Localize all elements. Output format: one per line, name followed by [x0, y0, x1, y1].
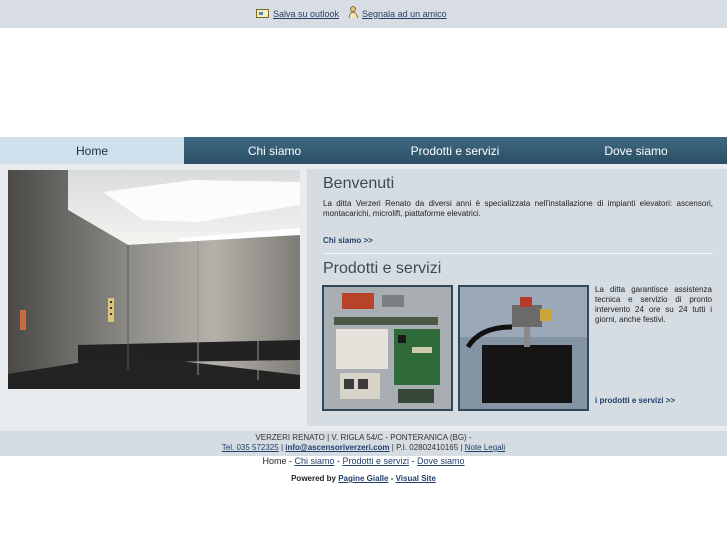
powered-separator: - [388, 474, 396, 483]
bottom-nav-home[interactable]: Home [262, 456, 286, 466]
visual-site-link[interactable]: Visual Site [396, 474, 436, 483]
bottom-nav-separator: - [409, 456, 418, 466]
content-panel: Benvenuti La ditta Verzeri Renato da div… [307, 169, 727, 426]
footer-contacts: Tel. 035 572325 | info@ascensoriverzeri.… [0, 443, 727, 453]
top-links: Salva su outlook Segnala ad un amico [256, 6, 447, 20]
legal-notes-link[interactable]: Note Legali [465, 443, 505, 452]
recommend-friend-link[interactable]: Segnala ad un amico [362, 9, 447, 19]
main-nav: Home Chi siamo Prodotti e servizi Dove s… [0, 137, 727, 164]
bottom-nav-prodotti[interactable]: Prodotti e servizi [342, 456, 409, 466]
tab-home[interactable]: Home [0, 137, 184, 164]
outlook-icon [256, 9, 269, 18]
pagine-gialle-link[interactable]: Pagine Gialle [338, 474, 388, 483]
bottom-nav-chi-siamo[interactable]: Chi siamo [294, 456, 334, 466]
tab-dove-siamo[interactable]: Dove siamo [545, 137, 727, 164]
save-outlook-link[interactable]: Salva su outlook [273, 9, 339, 19]
phone-link[interactable]: Tel. 035 572325 [222, 443, 279, 452]
chi-siamo-more-link[interactable]: Chi siamo >> [323, 236, 373, 245]
welcome-title: Benvenuti [323, 175, 395, 192]
powered-by-label: Powered by [291, 474, 339, 483]
control-panel-image [322, 285, 453, 411]
main-content: Benvenuti La ditta Verzeri Renato da div… [0, 164, 727, 431]
divider [323, 253, 713, 254]
footer: VERZERI RENATO | V. RIGLA 54/C - PONTERA… [0, 431, 727, 456]
friend-icon [348, 6, 359, 19]
elevator-interior-image [8, 170, 300, 389]
bottom-nav: Home - Chi siamo - Prodotti e servizi - … [0, 456, 727, 466]
products-more-link[interactable]: i prodotti e servizi >> [595, 396, 675, 405]
powered-by: Powered by Pagine Gialle - Visual Site [0, 474, 727, 483]
products-title: Prodotti e servizi [323, 260, 442, 277]
vat-number: | P.I. 02802410165 | [389, 443, 465, 452]
tab-prodotti-servizi[interactable]: Prodotti e servizi [365, 137, 545, 164]
bottom-nav-dove-siamo[interactable]: Dove siamo [417, 456, 465, 466]
products-text: La ditta garantisce assistenza tecnica e… [595, 285, 712, 324]
hydraulic-unit-image [458, 285, 589, 411]
footer-address: VERZERI RENATO | V. RIGLA 54/C - PONTERA… [255, 433, 472, 442]
email-link[interactable]: info@ascensoriverzeri.com [285, 443, 389, 452]
tab-chi-siamo[interactable]: Chi siamo [184, 137, 365, 164]
welcome-text: La ditta Verzeri Renato da diversi anni … [323, 199, 713, 218]
top-bar: Salva su outlook Segnala ad un amico [0, 0, 727, 28]
